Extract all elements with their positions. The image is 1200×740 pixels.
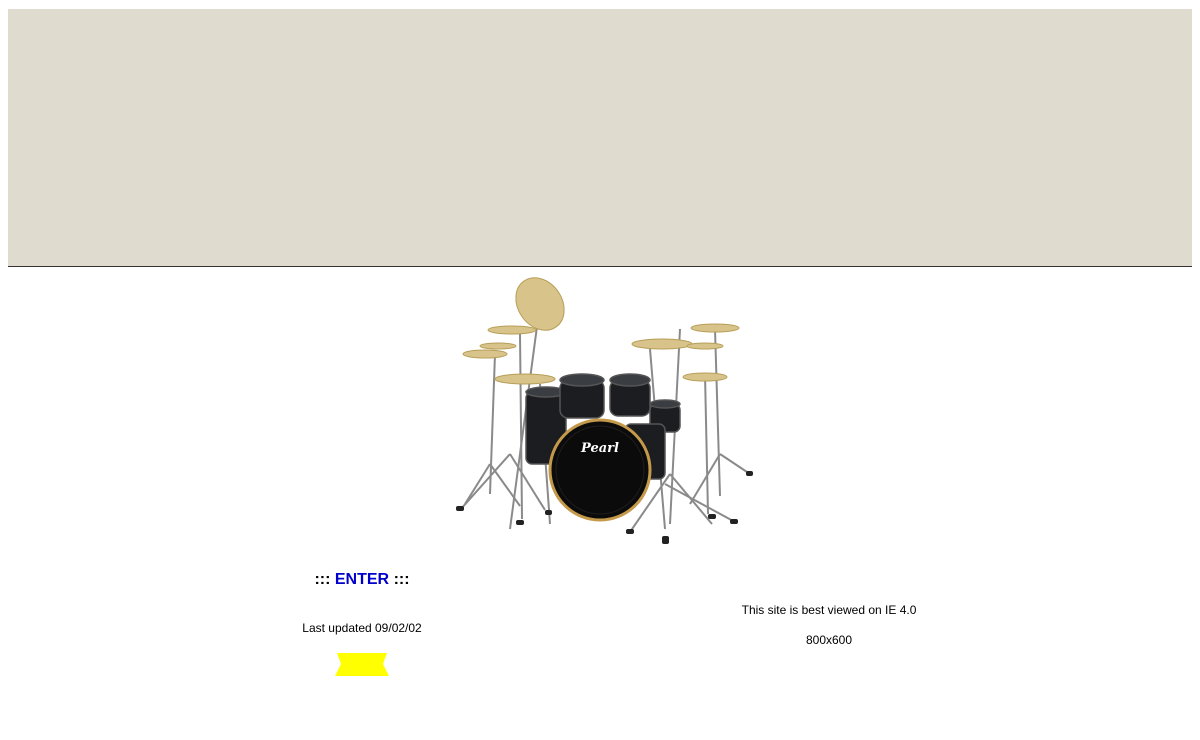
drum-brand-logo: Pearl xyxy=(580,441,619,456)
enter-prefix: ::: xyxy=(314,571,331,588)
enter-link[interactable]: ENTER xyxy=(335,571,389,588)
enter-line: ::: ENTER ::: xyxy=(262,571,462,589)
yellow-badge-image xyxy=(333,650,391,678)
browser-note: This site is best viewed on IE 4.0 xyxy=(741,603,917,617)
header-banner xyxy=(8,9,1192,267)
resolution-note: 800x600 xyxy=(805,633,853,647)
drum-kit-image: Pearl xyxy=(450,274,760,550)
enter-suffix: ::: xyxy=(393,571,410,588)
page: Pearl ::: ENTER ::: Last updated 09/02/0… xyxy=(0,0,1200,740)
last-updated-text: Last updated 09/02/02 xyxy=(302,621,422,635)
